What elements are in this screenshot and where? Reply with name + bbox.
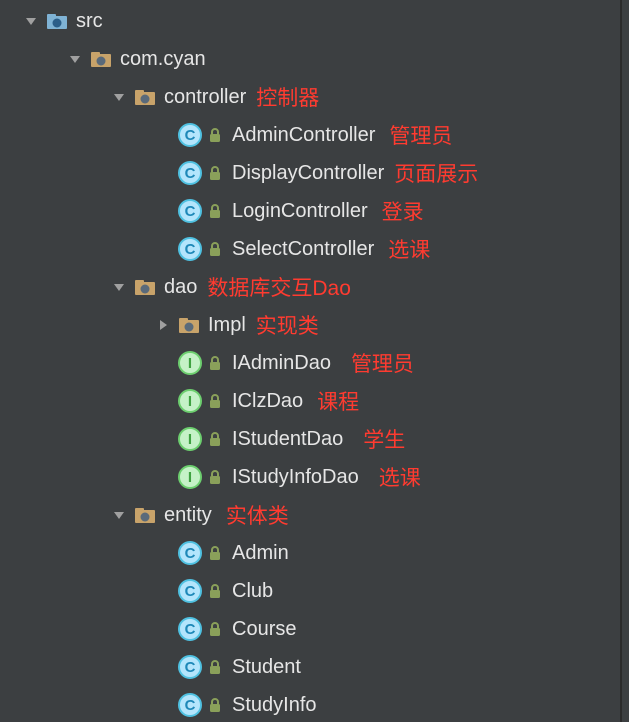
class-icon: C <box>178 161 202 185</box>
package-label: Impl <box>208 314 246 337</box>
class-icon: C <box>178 579 202 603</box>
class-label: Admin <box>232 542 289 565</box>
tree-row[interactable]: I IStudentDao 学生 <box>0 420 620 458</box>
lock-icon <box>208 545 222 561</box>
class-icon: C <box>178 237 202 261</box>
class-label: StudyInfo <box>232 694 317 717</box>
annotation: 登录 <box>382 196 424 226</box>
tree-row[interactable]: entity 实体类 <box>0 496 620 534</box>
annotation: 管理员 <box>389 120 452 150</box>
interface-label: IStudentDao <box>232 428 343 451</box>
package-label: entity <box>164 504 212 527</box>
lock-icon <box>208 127 222 143</box>
tree-row[interactable]: controller 控制器 <box>0 78 620 116</box>
class-label: SelectController <box>232 238 374 261</box>
tree-row[interactable]: I IClzDao 课程 <box>0 382 620 420</box>
package-folder-icon <box>134 278 156 296</box>
interface-icon: I <box>178 351 202 375</box>
annotation: 选课 <box>388 234 430 264</box>
annotation: 课程 <box>317 386 359 416</box>
tree-row[interactable]: com.cyan <box>0 40 620 78</box>
annotation: 页面展示 <box>394 158 478 188</box>
class-label: Student <box>232 656 301 679</box>
tree-row[interactable]: C DisplayController 页面展示 <box>0 154 620 192</box>
class-label: Course <box>232 618 296 641</box>
lock-icon <box>208 621 222 637</box>
package-folder-icon <box>134 506 156 524</box>
class-icon: C <box>178 199 202 223</box>
lock-icon <box>208 393 222 409</box>
interface-label: IAdminDao <box>232 352 331 375</box>
tree-row[interactable]: C StudyInfo <box>0 686 620 722</box>
annotation: 管理员 <box>351 348 414 378</box>
tree-row[interactable]: I IStudyInfoDao 选课 <box>0 458 620 496</box>
class-icon: C <box>178 123 202 147</box>
annotation: 数据库交互Dao <box>207 272 351 302</box>
lock-icon <box>208 659 222 675</box>
lock-icon <box>208 241 222 257</box>
annotation: 选课 <box>379 462 421 492</box>
interface-label: IStudyInfoDao <box>232 466 359 489</box>
project-tree[interactable]: src com.cyan controller 控制器 C AdminContr… <box>0 0 622 722</box>
interface-icon: I <box>178 465 202 489</box>
chevron-right-icon[interactable] <box>154 316 172 334</box>
chevron-down-icon[interactable] <box>22 12 40 30</box>
chevron-down-icon[interactable] <box>110 88 128 106</box>
package-folder-icon <box>90 50 112 68</box>
package-folder-icon <box>178 316 200 334</box>
package-label: dao <box>164 276 197 299</box>
chevron-down-icon[interactable] <box>110 506 128 524</box>
tree-row[interactable]: C Admin <box>0 534 620 572</box>
lock-icon <box>208 583 222 599</box>
lock-icon <box>208 355 222 371</box>
interface-icon: I <box>178 427 202 451</box>
tree-row[interactable]: C Course <box>0 610 620 648</box>
lock-icon <box>208 431 222 447</box>
lock-icon <box>208 203 222 219</box>
chevron-down-icon[interactable] <box>110 278 128 296</box>
interface-label: IClzDao <box>232 390 303 413</box>
class-icon: C <box>178 693 202 717</box>
annotation: 实体类 <box>226 500 289 530</box>
class-icon: C <box>178 617 202 641</box>
class-label: DisplayController <box>232 162 384 185</box>
annotation: 实现类 <box>256 310 319 340</box>
class-icon: C <box>178 541 202 565</box>
class-icon: C <box>178 655 202 679</box>
annotation: 学生 <box>363 424 405 454</box>
tree-row[interactable]: C LoginController 登录 <box>0 192 620 230</box>
class-label: LoginController <box>232 200 368 223</box>
lock-icon <box>208 469 222 485</box>
tree-row[interactable]: C Student <box>0 648 620 686</box>
class-label: Club <box>232 580 273 603</box>
tree-row[interactable]: Impl 实现类 <box>0 306 620 344</box>
source-folder-icon <box>46 12 68 30</box>
lock-icon <box>208 697 222 713</box>
interface-icon: I <box>178 389 202 413</box>
package-folder-icon <box>134 88 156 106</box>
chevron-down-icon[interactable] <box>66 50 84 68</box>
tree-row[interactable]: C AdminController 管理员 <box>0 116 620 154</box>
package-label: controller <box>164 86 246 109</box>
folder-label: src <box>76 10 103 33</box>
tree-row[interactable]: src <box>0 2 620 40</box>
tree-row[interactable]: dao 数据库交互Dao <box>0 268 620 306</box>
tree-row[interactable]: C Club <box>0 572 620 610</box>
tree-row[interactable]: I IAdminDao 管理员 <box>0 344 620 382</box>
class-label: AdminController <box>232 124 375 147</box>
annotation: 控制器 <box>256 82 319 112</box>
package-label: com.cyan <box>120 48 206 71</box>
tree-row[interactable]: C SelectController 选课 <box>0 230 620 268</box>
lock-icon <box>208 165 222 181</box>
